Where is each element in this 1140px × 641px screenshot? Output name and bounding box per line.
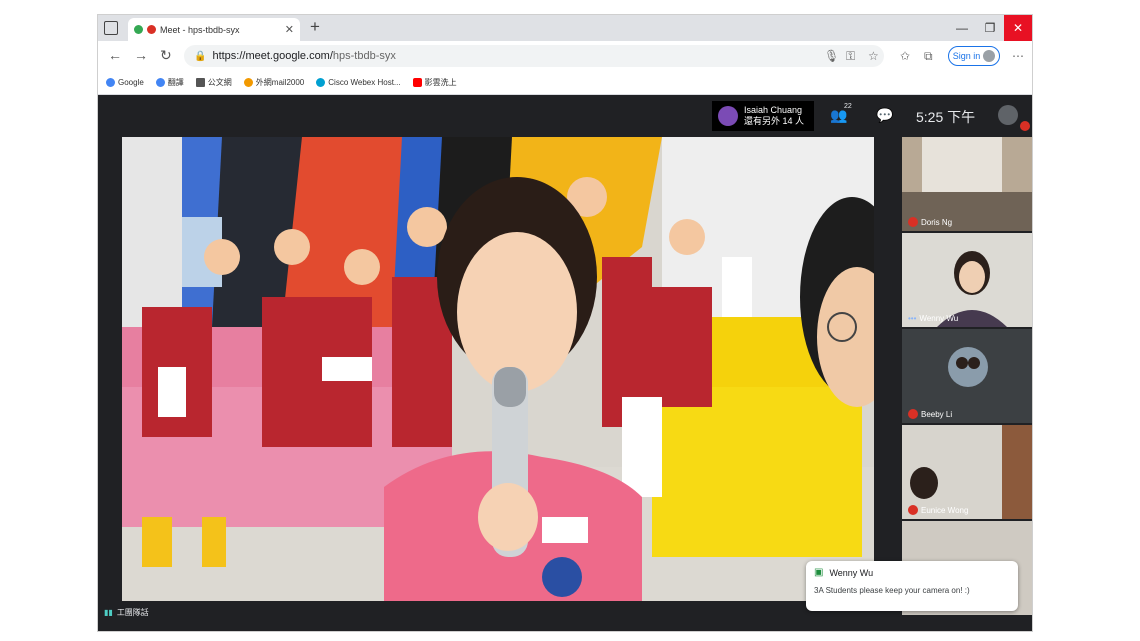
close-tab-icon[interactable]: ✕	[285, 23, 294, 36]
participant-tiles: Doris Ng ••• Wenny Wu Beeby Li Eunice Won…	[902, 137, 1032, 615]
sign-in-button[interactable]: Sign in	[948, 46, 1000, 66]
audio-dots-icon: •••	[908, 314, 917, 323]
tab-title: Meet - hps-tbdb-syx	[160, 24, 240, 35]
browser-window: Meet - hps-tbdb-syx ✕ + — ❐ ✕ ← → ↻ 🔒 ht…	[97, 14, 1033, 632]
participant-tile[interactable]: Eunice Wong	[902, 425, 1032, 519]
mic-off-icon	[908, 217, 918, 227]
self-avatar[interactable]	[998, 105, 1018, 125]
participant-video	[902, 233, 1032, 327]
lock-icon: 🔒	[194, 50, 207, 62]
bookmarks-bar: Google 翻譯 公文網 外網mail2000 Cisco Webex Hos…	[98, 71, 1032, 95]
meet-area: Isaiah Chuang 還有另外 14 人 👥 22 💬 5:25 下午 ▮…	[98, 95, 1032, 631]
bookmark-label: 外網mail2000	[255, 78, 305, 87]
mail-icon	[243, 78, 253, 87]
presenter-info[interactable]: Isaiah Chuang 還有另外 14 人	[712, 101, 815, 131]
people-count: 22	[844, 103, 852, 110]
bookmark-youtube[interactable]: 影雲洗上	[412, 77, 457, 88]
speaker-name: 工團隊話	[116, 608, 149, 617]
participant-name: Wenny Wu	[919, 314, 959, 323]
bookmark-translate[interactable]: 翻譯	[155, 77, 184, 88]
url-path: hps-tbdb-syx	[332, 50, 396, 62]
webex-icon	[316, 78, 326, 87]
presenter-avatar	[718, 106, 738, 126]
key-icon[interactable]: ⚿	[846, 49, 855, 64]
bookmark-label: 影雲洗上	[424, 78, 457, 87]
bookmark-label: Google	[118, 78, 144, 87]
youtube-icon	[412, 78, 422, 87]
bookmark-mail[interactable]: 外網mail2000	[243, 77, 305, 88]
chat-message-icon: ▣	[814, 567, 824, 578]
mic-off-icon	[908, 409, 918, 419]
new-tab-icon[interactable]: +	[310, 17, 320, 37]
mic-off-icon	[908, 505, 918, 515]
presenter-name: Isaiah Chuang	[744, 105, 803, 115]
forward-icon[interactable]: →	[134, 47, 148, 63]
favorite-star-icon[interactable]: ☆	[868, 49, 879, 63]
sign-in-label: Sign in	[952, 51, 981, 61]
presenter-sub: 還有另外 14 人	[744, 116, 805, 126]
microphone-icon[interactable]: 🎙	[824, 49, 839, 63]
recording-icon	[147, 25, 156, 34]
meet-favicon-icon	[134, 25, 143, 34]
speaker-label: ▮▮ 工團隊話	[104, 607, 149, 618]
google-translate-icon	[155, 78, 165, 87]
tab-actions-icon[interactable]	[104, 21, 118, 35]
participant-tile[interactable]: Beeby Li	[902, 329, 1032, 423]
participant-name: Eunice Wong	[921, 505, 969, 515]
audio-level-icon: ▮▮	[104, 608, 113, 617]
address-bar[interactable]: 🔒 https://meet.google.com/hps-tbdb-syx	[184, 45, 884, 67]
bookmark-label: 公文網	[207, 78, 232, 87]
close-window-icon[interactable]: ✕	[1004, 15, 1032, 41]
chat-icon[interactable]: 💬	[876, 107, 893, 124]
meeting-clock: 5:25 下午	[916, 109, 976, 125]
participant-name: Beeby Li	[921, 409, 953, 419]
tab-strip: Meet - hps-tbdb-syx ✕ + — ❐ ✕	[98, 15, 1032, 41]
tab-meet[interactable]: Meet - hps-tbdb-syx ✕	[128, 18, 300, 41]
bookmark-docs[interactable]: 公文網	[195, 77, 232, 88]
bookmark-google[interactable]: Google	[106, 78, 144, 87]
minimize-icon[interactable]: —	[948, 15, 976, 41]
chat-notification[interactable]: ▣ Wenny Wu 3A Students please keep your c…	[806, 561, 1018, 611]
chat-message: 3A Students please keep your camera on! …	[814, 586, 970, 595]
participant-name: Doris Ng	[921, 217, 953, 227]
meet-top-bar: Isaiah Chuang 還有另外 14 人 👥 22 💬 5:25 下午	[98, 95, 1032, 137]
back-icon[interactable]: ←	[108, 47, 122, 63]
notification-badge	[1020, 121, 1030, 131]
main-video[interactable]	[122, 137, 874, 601]
chat-sender: Wenny Wu	[829, 567, 874, 578]
participant-tile[interactable]: Doris Ng	[902, 137, 1032, 231]
participant-tile[interactable]: ••• Wenny Wu	[902, 233, 1032, 327]
bookmark-label: 翻譯	[167, 78, 184, 87]
classroom-video-image	[122, 137, 874, 601]
bookmark-webex[interactable]: Cisco Webex Host...	[316, 78, 401, 87]
collections-icon[interactable]: ⧉	[924, 49, 933, 64]
google-icon	[106, 78, 115, 87]
bookmark-label: Cisco Webex Host...	[328, 78, 401, 87]
browser-toolbar: ← → ↻ 🔒 https://meet.google.com/hps-tbdb…	[98, 41, 1032, 71]
document-icon	[195, 78, 205, 87]
profile-avatar	[983, 50, 996, 62]
reload-icon[interactable]: ↻	[160, 47, 172, 64]
url-host: https://meet.google.com/	[212, 50, 333, 62]
restore-icon[interactable]: ❐	[976, 15, 1004, 41]
more-menu-icon[interactable]: ⋯	[1012, 49, 1024, 63]
favorites-icon[interactable]: ✩	[900, 49, 910, 63]
